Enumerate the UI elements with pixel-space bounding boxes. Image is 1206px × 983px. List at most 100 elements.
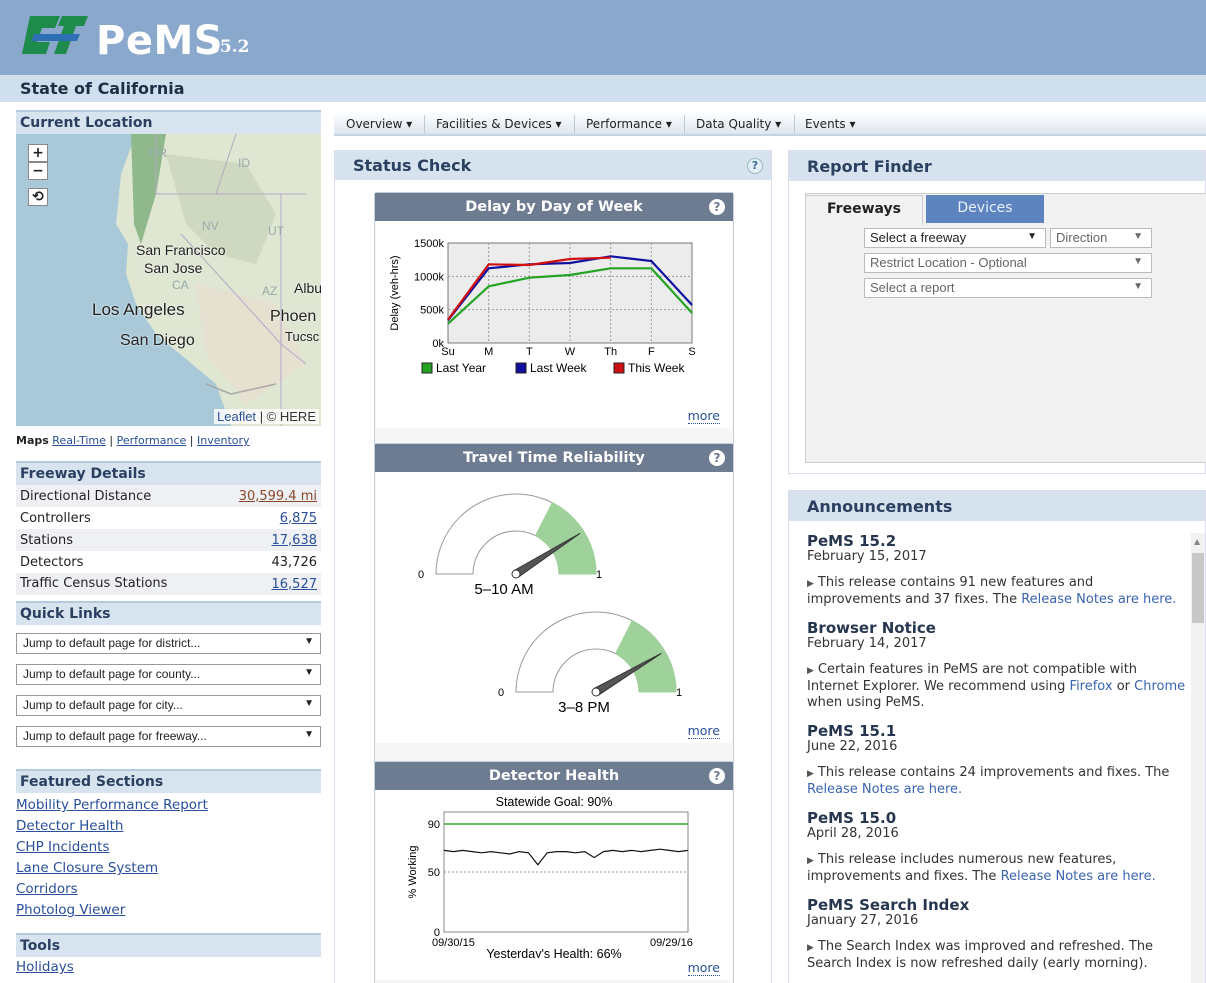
status-check-header: Status Check ? <box>335 150 771 180</box>
featured-link[interactable]: Detector Health <box>16 818 321 835</box>
x-tick-label: T <box>526 346 533 358</box>
detector-health-help-icon[interactable]: ? <box>709 768 725 784</box>
freeway-select[interactable]: Select a freeway ▼ <box>864 228 1046 248</box>
nav-events[interactable]: Events ▾ <box>805 117 855 131</box>
detector-health-header: Detector Health ? <box>375 762 733 790</box>
map-city-tucson: Tucsc <box>285 329 320 344</box>
report-finder-body: Select a freeway ▼ Direction ▼ Restrict … <box>805 193 1206 463</box>
leaflet-link[interactable]: Leaflet <box>217 409 256 424</box>
delay-widget-header: Delay by Day of Week ? <box>375 193 733 221</box>
nav-data-quality[interactable]: Data Quality ▾ <box>696 117 781 131</box>
featured-link[interactable]: Mobility Performance Report <box>16 797 321 814</box>
delay-help-icon[interactable]: ? <box>709 199 725 215</box>
location-select-value: Restrict Location - Optional <box>870 255 1027 270</box>
featured-link[interactable]: Lane Closure System <box>16 860 321 877</box>
featured-sections-title: Featured Sections <box>16 769 321 793</box>
gauge-min-label: 0 <box>418 569 424 581</box>
quick-link-select[interactable]: Jump to default page for freeway... ▼ <box>16 726 321 747</box>
tools-holidays-link[interactable]: Holidays <box>16 959 321 976</box>
legend-label: This Week <box>628 361 685 375</box>
tab-devices[interactable]: Devices <box>926 195 1044 223</box>
gauge-min-label: 0 <box>498 687 504 699</box>
featured-link[interactable]: Photolog Viewer <box>16 902 321 919</box>
quick-link-select[interactable]: Jump to default page for district... ▼ <box>16 633 321 654</box>
freeway-details-title: Freeway Details <box>16 461 321 485</box>
zoom-in-button[interactable]: + <box>28 144 48 162</box>
maps-realtime-link[interactable]: Real-Time <box>52 434 106 447</box>
nav-separator <box>574 115 575 133</box>
scroll-up-icon[interactable]: ▲ <box>1194 537 1200 546</box>
announcement-link[interactable]: Firefox <box>1070 679 1113 694</box>
nav-overview[interactable]: Overview ▾ <box>346 117 412 131</box>
maps-label: Maps <box>16 434 49 447</box>
detail-row: Controllers 6,875 <box>16 507 321 529</box>
announcements-header: Announcements <box>789 491 1205 521</box>
chevron-down-icon: ▼ <box>304 636 314 647</box>
detail-value[interactable]: 16,527 <box>272 577 318 592</box>
delay-chart: 0k500k1000k1500kSu M T W Th F SDelay (veh-hrs)… <box>389 238 696 375</box>
health-footer: Yesterday's Health: 66% <box>486 947 621 958</box>
detail-value[interactable]: 6,875 <box>280 511 317 526</box>
quick-link-select[interactable]: Jump to default page for city... ▼ <box>16 695 321 716</box>
report-finder-panel: Report Finder Select a freeway ▼ Directi… <box>788 150 1206 474</box>
featured-link[interactable]: Corridors <box>16 881 321 898</box>
announcement-date: June 22, 2016 <box>807 739 898 754</box>
scroll-thumb[interactable] <box>1192 553 1204 623</box>
legend-label: Last Year <box>436 361 486 375</box>
announcement-link[interactable]: Release Notes are here. <box>807 782 962 797</box>
maps-inventory-link[interactable]: Inventory <box>197 434 250 447</box>
announcement-title: PeMS 15.1 <box>807 722 897 740</box>
location-select[interactable]: Restrict Location - Optional ▼ <box>864 253 1152 273</box>
health-more-link[interactable]: more <box>687 960 720 976</box>
direction-select[interactable]: Direction ▼ <box>1050 228 1152 248</box>
nav-separator <box>424 115 425 133</box>
current-location-title: Current Location <box>16 110 321 134</box>
detail-row: Directional Distance 30,599.4 mi <box>16 485 321 507</box>
tab-freeways[interactable]: Freeways <box>805 195 923 225</box>
detector-health-chart: Statewide Goal: 90%05090% Working09/30/1… <box>407 795 693 961</box>
x-tick-label: S <box>688 346 695 358</box>
state-title: State of California <box>20 79 185 98</box>
status-check-title: Status Check <box>353 156 472 175</box>
nav-facilities-devices[interactable]: Facilities & Devices ▾ <box>436 117 562 131</box>
y-tick-label: 1500k <box>414 238 444 250</box>
detector-health-body: Statewide Goal: 90% 0 50 90% Working 09/30/1… <box>376 790 732 980</box>
gauge-period-label: 5–10 AM <box>474 581 533 598</box>
announcements-scrollbar[interactable]: ▲ <box>1191 533 1205 983</box>
announcement-date: April 28, 2016 <box>807 826 899 841</box>
ttr-help-icon[interactable]: ? <box>709 450 725 466</box>
quick-link-value: Jump to default page for city... <box>23 698 183 712</box>
report-select[interactable]: Select a report ▼ <box>864 278 1152 298</box>
location-map[interactable]: + − ⟲ OR ID NV UT CA AZ San Francisco Sa… <box>16 134 321 426</box>
announcement-link[interactable]: Release Notes are here. <box>1021 592 1176 607</box>
x-tick-label: Th <box>604 346 617 358</box>
map-city-san-jose: San Jose <box>144 260 203 276</box>
featured-sections: Mobility Performance Report Detector Heal… <box>16 797 321 919</box>
announcement-title: Browser Notice <box>807 619 936 637</box>
reset-view-button[interactable]: ⟲ <box>28 188 48 206</box>
gauge-max-label: 100% <box>676 687 682 699</box>
zoom-out-button[interactable]: − <box>28 162 48 180</box>
x-tick-label: F <box>648 346 655 358</box>
announcement-link[interactable]: Release Notes are here. <box>1001 869 1156 884</box>
announcement-title: PeMS Search Index <box>807 896 970 914</box>
featured-link[interactable]: CHP Incidents <box>16 839 321 856</box>
y-axis-label: Delay (veh-hrs) <box>389 255 401 330</box>
ttr-widget-title: Travel Time Reliability <box>463 450 645 466</box>
attribution-text: | © HERE <box>259 409 316 424</box>
quick-link-select[interactable]: Jump to default page for county... ▼ <box>16 664 321 685</box>
announcement-text: when using PeMS. <box>807 695 925 710</box>
announcement-link[interactable]: Chrome <box>1134 679 1185 694</box>
detail-value[interactable]: 30,599.4 mi <box>239 489 317 504</box>
detail-label: Controllers <box>20 510 91 526</box>
nav-performance[interactable]: Performance ▾ <box>586 117 672 131</box>
direction-select-value: Direction <box>1056 230 1108 245</box>
status-check-help-icon[interactable]: ? <box>747 158 763 174</box>
delay-more-link[interactable]: more <box>687 408 720 424</box>
left-column: Current Location + − ⟲ OR ID NV UT CA AZ… <box>16 110 321 976</box>
maps-performance-link[interactable]: Performance <box>117 434 187 447</box>
bullet-triangle-icon: ▶ <box>807 943 814 953</box>
detail-value[interactable]: 17,638 <box>272 533 318 548</box>
ttr-more-link[interactable]: more <box>687 723 720 739</box>
ttr-widget: Travel Time Reliability ? 0 100% 5–10 AM 0… <box>374 443 734 768</box>
